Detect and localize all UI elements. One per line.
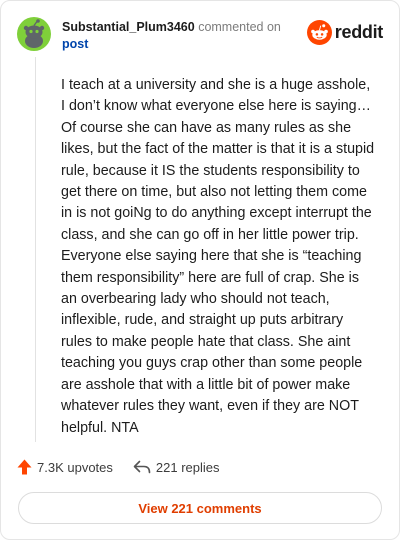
username[interactable]: Substantial_Plum3460 bbox=[62, 20, 195, 34]
upvote-count: 7.3K upvotes bbox=[37, 459, 113, 475]
comment-meta: Substantial_Plum3460 commented on post bbox=[62, 19, 302, 53]
comment-actions: 7.3K upvotes 221 replies bbox=[17, 457, 220, 477]
upvote-button[interactable]: 7.3K upvotes bbox=[17, 459, 113, 475]
reddit-snoo-icon bbox=[306, 19, 332, 45]
upvote-arrow-icon bbox=[17, 459, 32, 475]
thread-line bbox=[35, 57, 36, 442]
reply-arrow-icon bbox=[133, 460, 151, 474]
comment-body: I teach at a university and she is a hug… bbox=[61, 77, 375, 436]
snoo-avatar-icon[interactable] bbox=[17, 17, 51, 51]
view-comments-button[interactable]: View 221 comments bbox=[18, 492, 382, 524]
reddit-logo: reddit bbox=[306, 19, 384, 45]
comment-card: Substantial_Plum3460 commented on post r… bbox=[0, 0, 400, 540]
replies-button[interactable]: 221 replies bbox=[133, 460, 220, 475]
comment-header: Substantial_Plum3460 commented on post r… bbox=[17, 17, 383, 51]
commented-on-label: commented on bbox=[198, 20, 281, 34]
reply-count: 221 replies bbox=[155, 459, 220, 475]
post-link[interactable]: post bbox=[62, 37, 88, 51]
reddit-wordmark: reddit bbox=[334, 21, 384, 42]
